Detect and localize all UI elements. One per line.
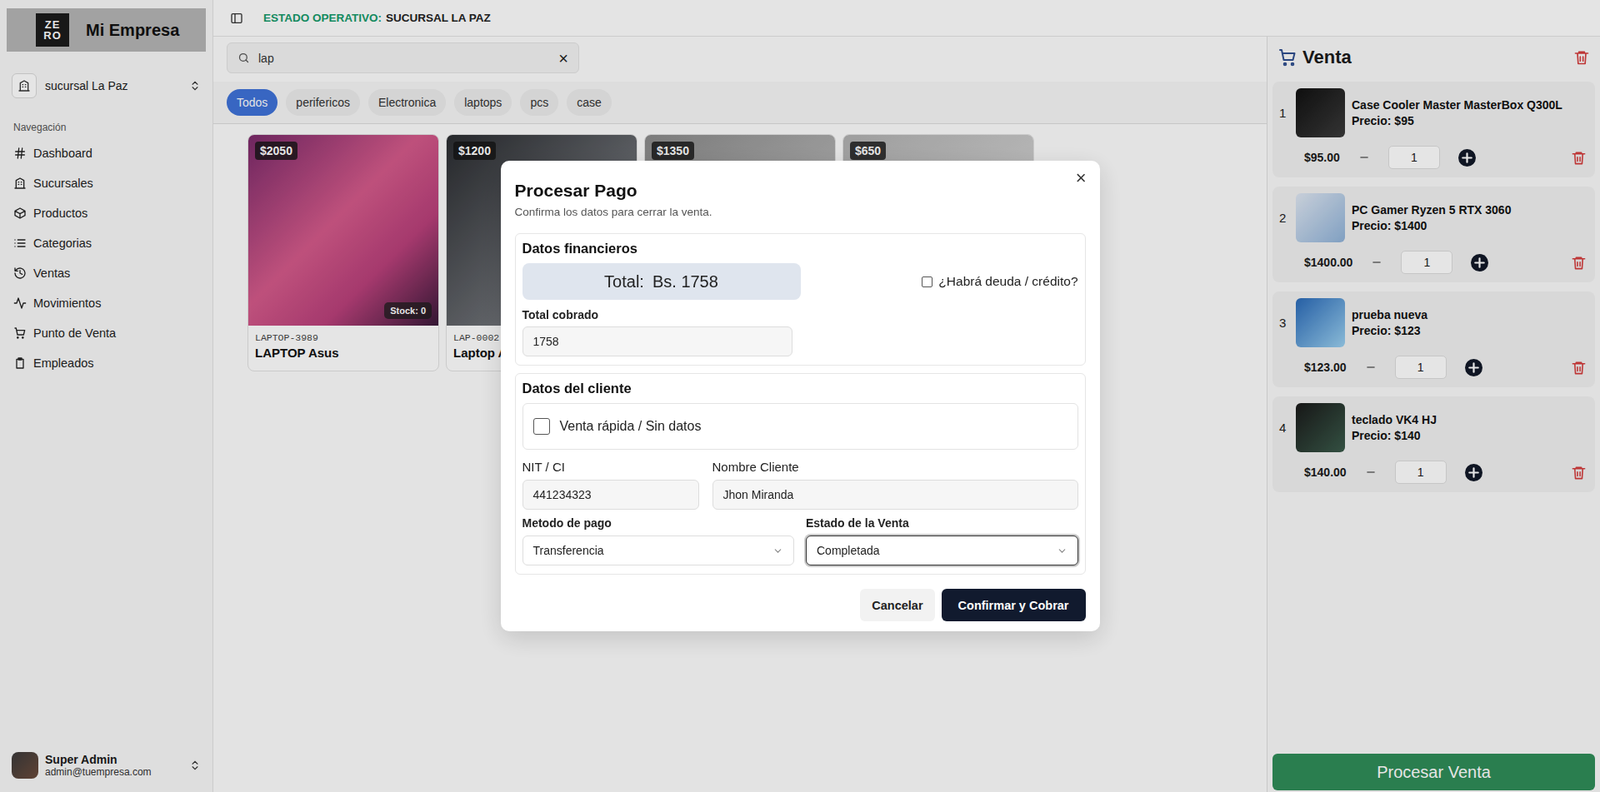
field-label: NIT / CI bbox=[522, 460, 700, 475]
chevron-down-icon bbox=[772, 545, 784, 557]
modal-backdrop: ×Procesar Pago Confirma los datos para ce… bbox=[0, 0, 1600, 792]
modal-title: Procesar Pago bbox=[515, 180, 1086, 201]
select-field: Metodo de pago Transferencia bbox=[522, 510, 795, 566]
field-label: Nombre Cliente bbox=[712, 460, 1079, 475]
total-label: Total: bbox=[604, 272, 645, 292]
select-field: Estado de la Venta Completada bbox=[805, 510, 1079, 566]
checkbox-box bbox=[921, 276, 933, 288]
modal-subtitle: Confirma los datos para cerrar la venta. bbox=[515, 205, 1086, 219]
cancel-button[interactable]: Cancelar bbox=[860, 589, 935, 622]
financial-section: Datos financieros Total: Bs. 1758 ¿Habrá de… bbox=[515, 233, 1086, 366]
financial-row: Total: Bs. 1758 ¿Habrá deuda / crédito? bbox=[522, 263, 1079, 300]
chevron-down-icon bbox=[1056, 545, 1068, 557]
total-box: Total: Bs. 1758 bbox=[522, 263, 801, 300]
debt-label: ¿Habrá deuda / crédito? bbox=[938, 274, 1078, 290]
checkbox-box bbox=[533, 418, 550, 435]
client-field: Nombre Cliente Jhon Miranda bbox=[712, 450, 1079, 510]
text-input[interactable]: 441234323 bbox=[522, 480, 700, 510]
field-label: Estado de la Venta bbox=[805, 516, 1079, 530]
client-field: NIT / CI 441234323 bbox=[522, 450, 700, 510]
client-fields: NIT / CI 441234323 Nombre Cliente Jhon Mira… bbox=[522, 450, 1079, 510]
select-fields: Metodo de pago Transferencia Estado de la … bbox=[522, 510, 1079, 566]
collected-label: Total cobrado bbox=[522, 308, 1079, 322]
collected-input[interactable]: 1758 bbox=[522, 326, 793, 357]
select-value: Completada bbox=[816, 544, 880, 558]
modal-footer: CancelarConfirmar y Cobrar bbox=[515, 589, 1086, 622]
total-value: Bs. 1758 bbox=[652, 272, 719, 292]
field-label: Metodo de pago bbox=[522, 516, 795, 530]
payment-modal: ×Procesar Pago Confirma los datos para ce… bbox=[500, 160, 1100, 632]
quick-sale-label: Venta rápida / Sin datos bbox=[560, 419, 702, 435]
confirm-button[interactable]: Confirmar y Cobrar bbox=[941, 589, 1086, 622]
select-value: Transferencia bbox=[533, 544, 605, 558]
client-section: Datos del cliente Venta rápida / Sin dato… bbox=[515, 373, 1086, 575]
quick-sale-checkbox[interactable]: Venta rápida / Sin datos bbox=[522, 403, 1079, 450]
debt-checkbox[interactable]: ¿Habrá deuda / crédito? bbox=[921, 274, 1078, 290]
select-input[interactable]: Transferencia bbox=[522, 535, 795, 566]
section-title: Datos del cliente bbox=[522, 380, 1079, 397]
section-title: Datos financieros bbox=[522, 240, 1079, 257]
close-button[interactable]: × bbox=[1075, 169, 1087, 188]
select-input[interactable]: Completada bbox=[805, 535, 1079, 566]
pos-app: ZEROMi Empresasucursal La PazNavegaciónD… bbox=[0, 0, 1600, 792]
text-input[interactable]: Jhon Miranda bbox=[712, 480, 1079, 510]
